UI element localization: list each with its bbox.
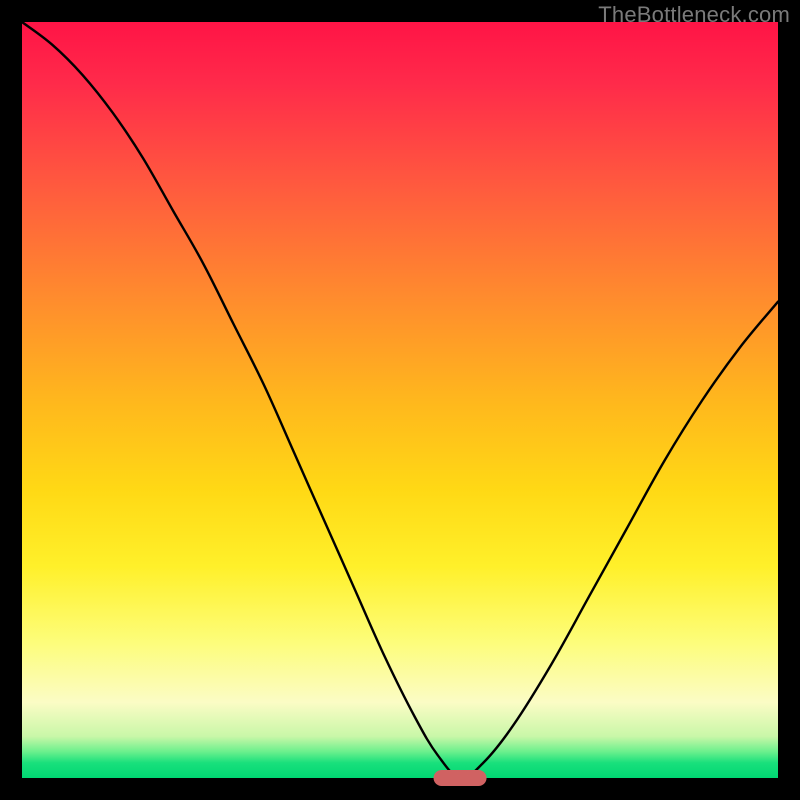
chart-plot-area [22,22,778,778]
chart-frame: TheBottleneck.com [0,0,800,800]
bottleneck-curve [22,22,778,778]
bottleneck-curve-path [22,22,778,778]
watermark-text: TheBottleneck.com [598,2,790,28]
optimum-marker [434,770,487,786]
